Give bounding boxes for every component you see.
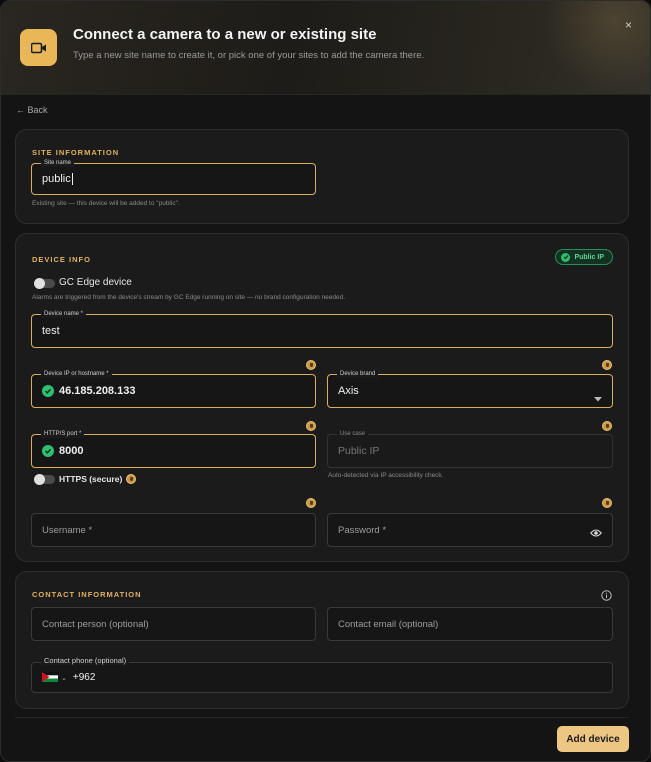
section-title-site: SITE INFORMATION [32, 148, 120, 157]
camera-icon [20, 29, 57, 66]
premium-coin-icon [306, 360, 316, 370]
premium-coin-icon [602, 360, 612, 370]
contact-email-placeholder: Contact email (optional) [338, 618, 439, 630]
device-ip-value: 46.185.208.133 [59, 385, 136, 397]
contact-phone-input[interactable]: Contact phone (optional) ⌄ +962 [31, 657, 613, 693]
username-placeholder: Username * [42, 524, 93, 536]
gc-edge-toggle[interactable] [34, 278, 55, 289]
premium-coin-icon [126, 474, 136, 484]
use-case-hint: Auto-detected via IP accessibility check… [328, 472, 444, 479]
gc-edge-label: GC Edge device [59, 277, 132, 288]
contact-person-placeholder: Contact person (optional) [42, 618, 149, 630]
site-name-value: public [42, 173, 71, 185]
section-title-device: DEVICE INFO [32, 255, 91, 264]
text-cursor [71, 173, 73, 185]
use-case-input: Use case Public IP [327, 430, 613, 468]
port-value: 8000 [59, 445, 84, 457]
device-name-label: Device name * [41, 310, 87, 318]
contact-email-input[interactable]: Contact email (optional) [327, 607, 613, 641]
connect-camera-modal: Connect a camera to a new or existing si… [0, 0, 651, 762]
close-button[interactable]: × [625, 18, 632, 32]
chevron-down-icon [594, 389, 602, 407]
add-device-button[interactable]: Add device [557, 726, 629, 752]
device-brand-label: Device brand [337, 370, 379, 378]
jordan-flag-icon[interactable] [42, 669, 58, 687]
device-ip-label: Device IP or hostname * [41, 370, 112, 378]
site-name-label: Site name [41, 159, 75, 167]
modal-header: Connect a camera to a new or existing si… [1, 1, 650, 95]
contact-phone-label: Contact phone (optional) [41, 657, 130, 665]
use-case-value: Public IP [338, 445, 380, 457]
site-information-section: SITE INFORMATION Site name public Existi… [15, 129, 629, 224]
password-placeholder: Password * [338, 524, 387, 536]
device-brand-select[interactable]: Device brand Axis [327, 370, 613, 408]
header-glow [542, 1, 650, 91]
eye-icon[interactable] [590, 525, 602, 543]
https-label: HTTPS (secure) [59, 474, 123, 484]
https-toggle[interactable] [34, 474, 55, 485]
site-hint: Existing site — this device will be adde… [32, 200, 180, 207]
premium-coin-icon [306, 421, 316, 431]
modal-title: Connect a camera to a new or existing si… [73, 26, 377, 43]
premium-coin-icon [602, 421, 612, 431]
username-input[interactable]: Username * [31, 513, 316, 547]
port-input[interactable]: HTTP/S port * 8000 [31, 430, 316, 468]
password-input[interactable]: Password * [327, 513, 613, 547]
site-name-input[interactable]: Site name public [31, 159, 316, 195]
device-ip-input[interactable]: Device IP or hostname * 46.185.208.133 [31, 370, 316, 408]
contact-information-section: CONTACT INFORMATION Contact person (opti… [15, 571, 629, 709]
section-title-contact: CONTACT INFORMATION [32, 590, 142, 599]
premium-coin-icon [306, 498, 316, 508]
modal-subtitle: Type a new site name to create it, or pi… [73, 50, 425, 61]
public-ip-badge: Public IP [555, 249, 613, 265]
port-label: HTTP/S port * [41, 430, 85, 438]
device-name-value: test [42, 325, 60, 337]
device-info-section: DEVICE INFO Public IP GC Edge device Ala… [15, 233, 629, 562]
device-name-input[interactable]: Device name * test [31, 310, 613, 348]
contact-person-input[interactable]: Contact person (optional) [31, 607, 316, 641]
device-brand-value: Axis [338, 385, 359, 397]
chevron-down-icon[interactable]: ⌄ [61, 674, 67, 682]
use-case-label: Use case [337, 430, 369, 438]
check-icon [561, 252, 571, 262]
valid-check-icon [42, 445, 54, 457]
valid-check-icon [42, 385, 54, 397]
info-icon[interactable] [601, 588, 612, 606]
back-button[interactable]: ← Back [16, 105, 48, 115]
gc-edge-hint: Alarms are triggered from the device's s… [32, 294, 346, 301]
public-ip-badge-label: Public IP [574, 253, 604, 261]
dial-code: +962 [72, 672, 96, 683]
footer-divider [15, 717, 629, 718]
premium-coin-icon [602, 498, 612, 508]
